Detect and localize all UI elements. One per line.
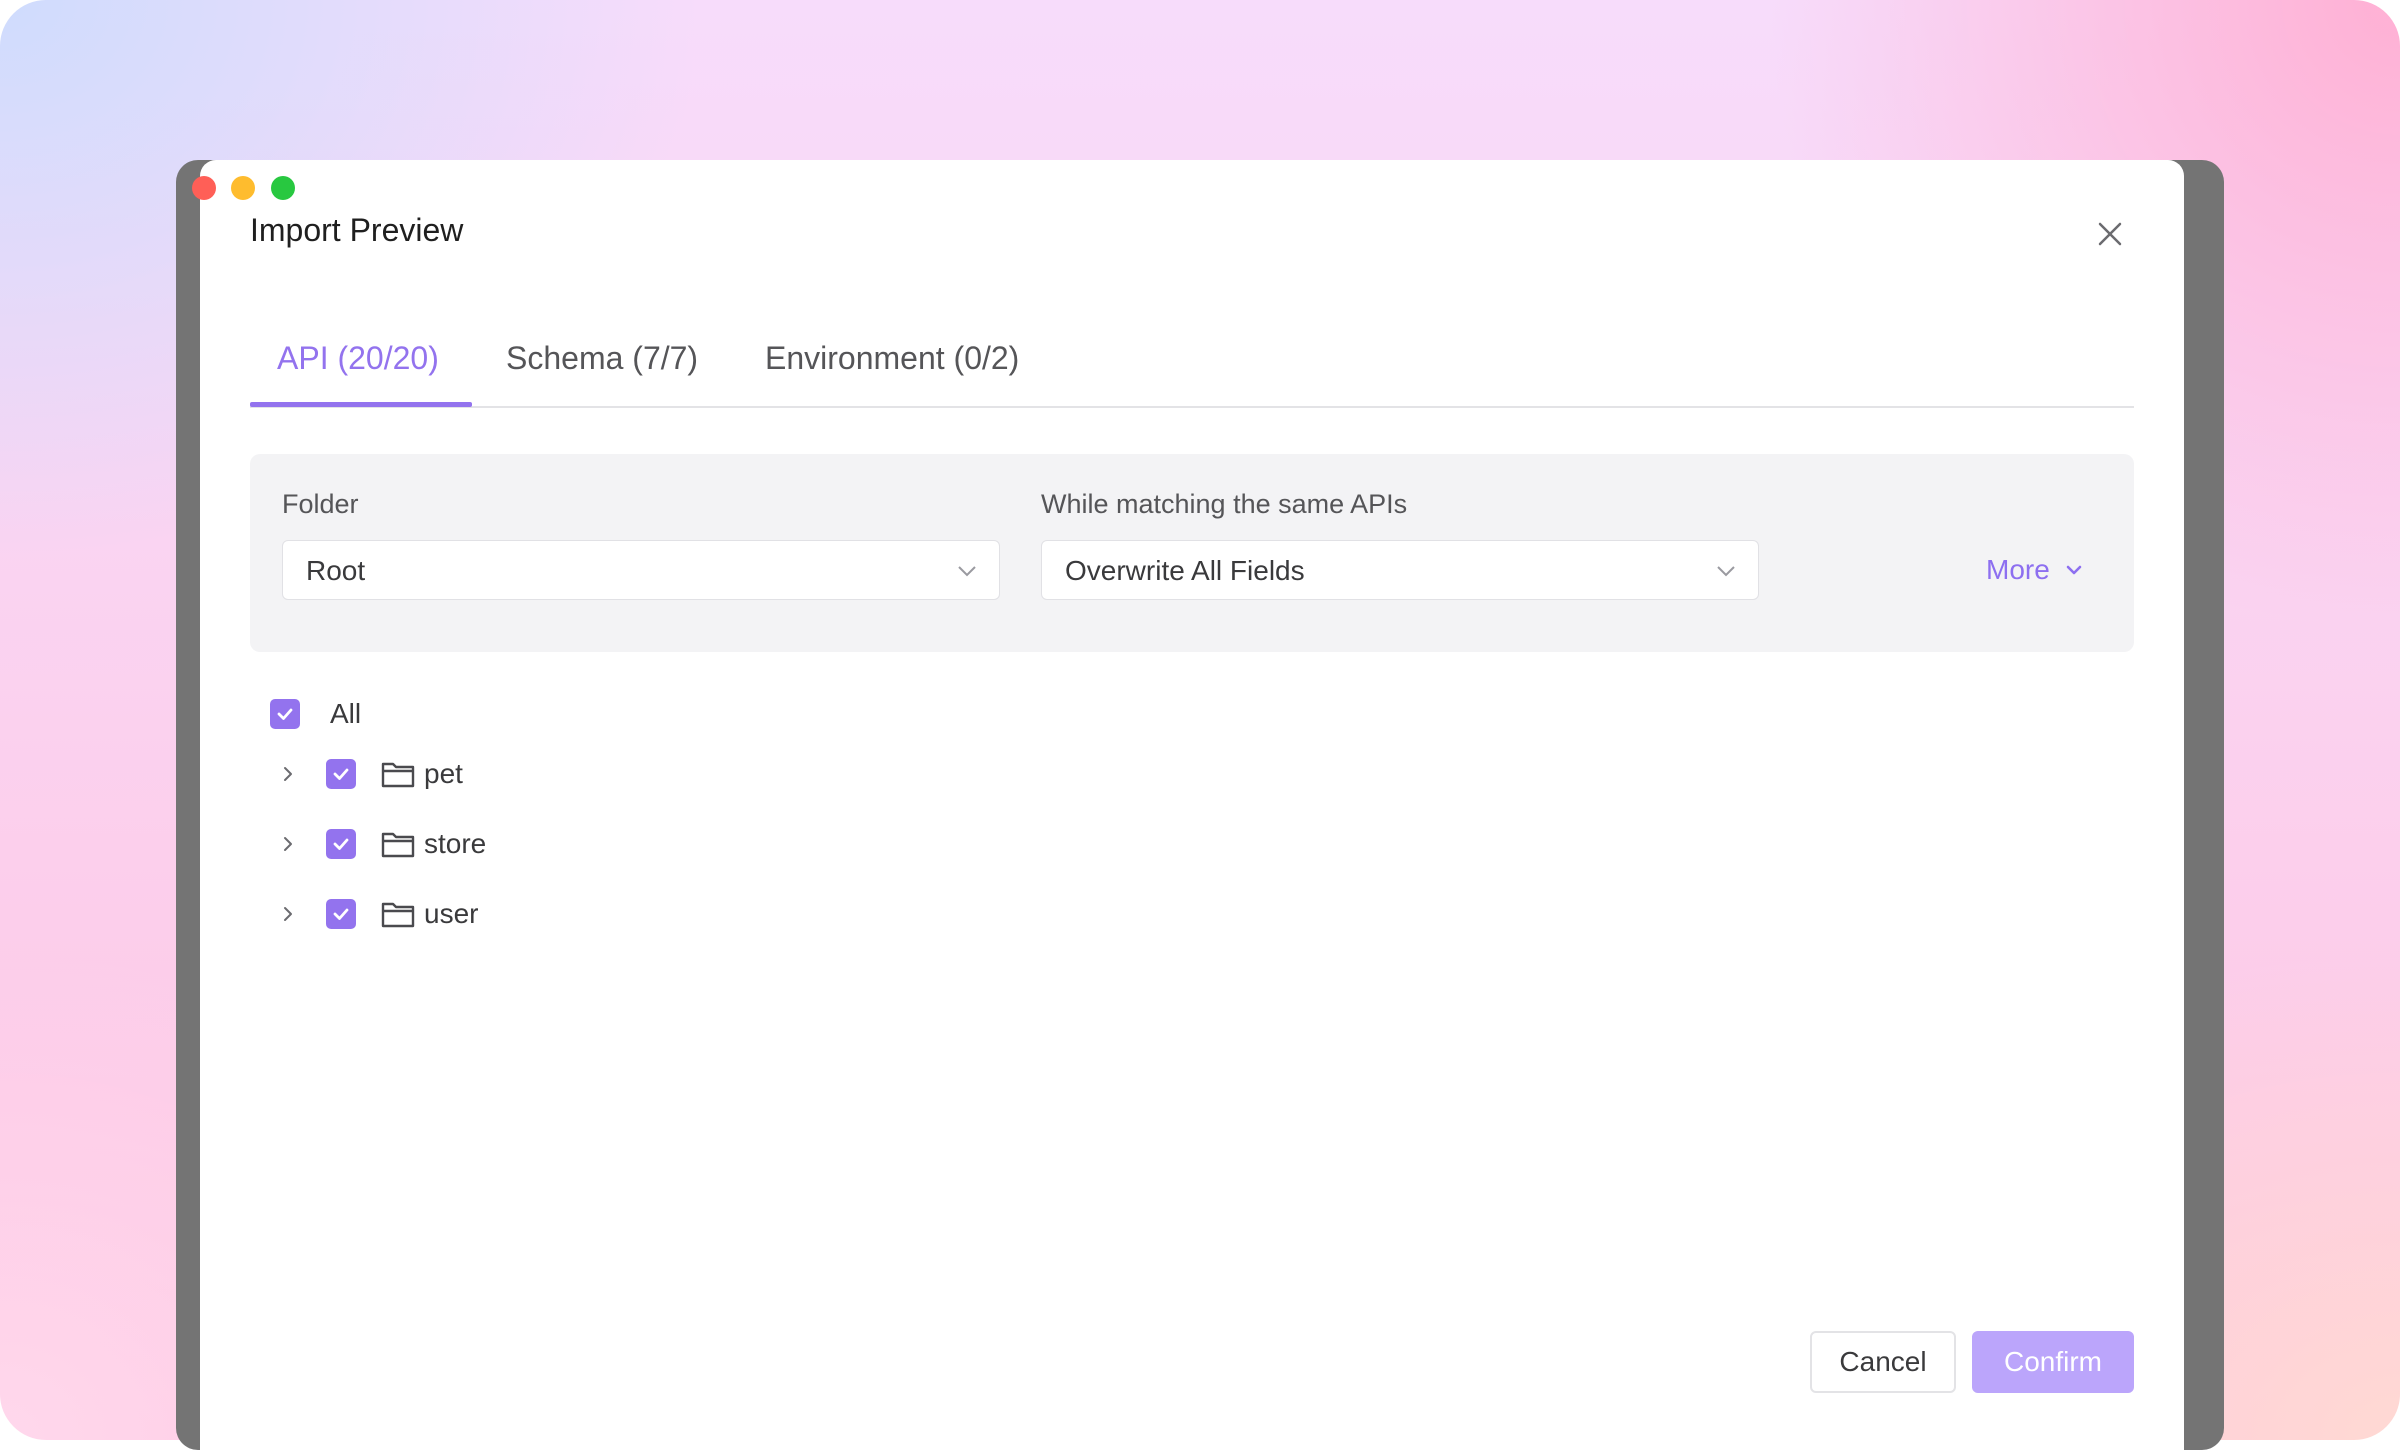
- tree-item-checkbox[interactable]: [326, 829, 356, 859]
- tree-item-user: user: [278, 894, 478, 934]
- tree-item-label: pet: [424, 758, 463, 789]
- chevron-right-icon[interactable]: [278, 764, 298, 784]
- more-options-toggle[interactable]: More: [1986, 554, 2084, 586]
- folder-icon: [381, 902, 415, 928]
- tree-item-checkbox[interactable]: [326, 759, 356, 789]
- more-label: More: [1986, 554, 2050, 585]
- cancel-button[interactable]: Cancel: [1810, 1331, 1956, 1393]
- folder-select-value: Root: [306, 555, 366, 586]
- select-all-checkbox[interactable]: [270, 699, 300, 729]
- select-all-row: All: [270, 694, 361, 734]
- dialog-title: Import Preview: [250, 212, 464, 248]
- tree-item-pet: pet: [278, 754, 463, 794]
- check-icon: [333, 908, 349, 920]
- tab-bar: API (20/20) Schema (7/7) Environment (0/…: [250, 330, 2134, 408]
- chevron-down-icon: [2066, 565, 2082, 575]
- tree-item-store: store: [278, 824, 486, 864]
- chevron-down-icon: [1717, 566, 1735, 577]
- matching-select[interactable]: Overwrite All Fields: [1041, 540, 1759, 600]
- folder-select[interactable]: Root: [282, 540, 1000, 600]
- active-tab-indicator: [250, 402, 472, 407]
- folder-icon: [381, 762, 415, 788]
- tree-item-checkbox[interactable]: [326, 899, 356, 929]
- folder-label: Folder: [282, 489, 359, 519]
- tab-environment[interactable]: Environment (0/2): [765, 338, 1019, 378]
- confirm-button[interactable]: Confirm: [1972, 1331, 2134, 1393]
- folder-icon: [381, 832, 415, 858]
- chevron-down-icon: [958, 566, 976, 577]
- tree-item-label: user: [424, 898, 479, 929]
- tab-api[interactable]: API (20/20): [277, 338, 439, 378]
- window-zoom-dot[interactable]: [271, 176, 295, 200]
- window-close-dot[interactable]: [192, 176, 216, 200]
- select-all-label: All: [330, 698, 362, 729]
- import-options-panel: Folder Root While matching the same APIs…: [250, 454, 2134, 652]
- check-icon: [277, 708, 293, 720]
- tree-item-label: store: [424, 828, 487, 859]
- matching-select-value: Overwrite All Fields: [1065, 555, 1305, 586]
- check-icon: [333, 768, 349, 780]
- tab-schema[interactable]: Schema (7/7): [506, 338, 698, 378]
- chevron-right-icon[interactable]: [278, 904, 298, 924]
- close-icon[interactable]: [2092, 216, 2128, 252]
- check-icon: [333, 838, 349, 850]
- chevron-right-icon[interactable]: [278, 834, 298, 854]
- matching-label: While matching the same APIs: [1041, 489, 1408, 519]
- window-minimize-dot[interactable]: [231, 176, 255, 200]
